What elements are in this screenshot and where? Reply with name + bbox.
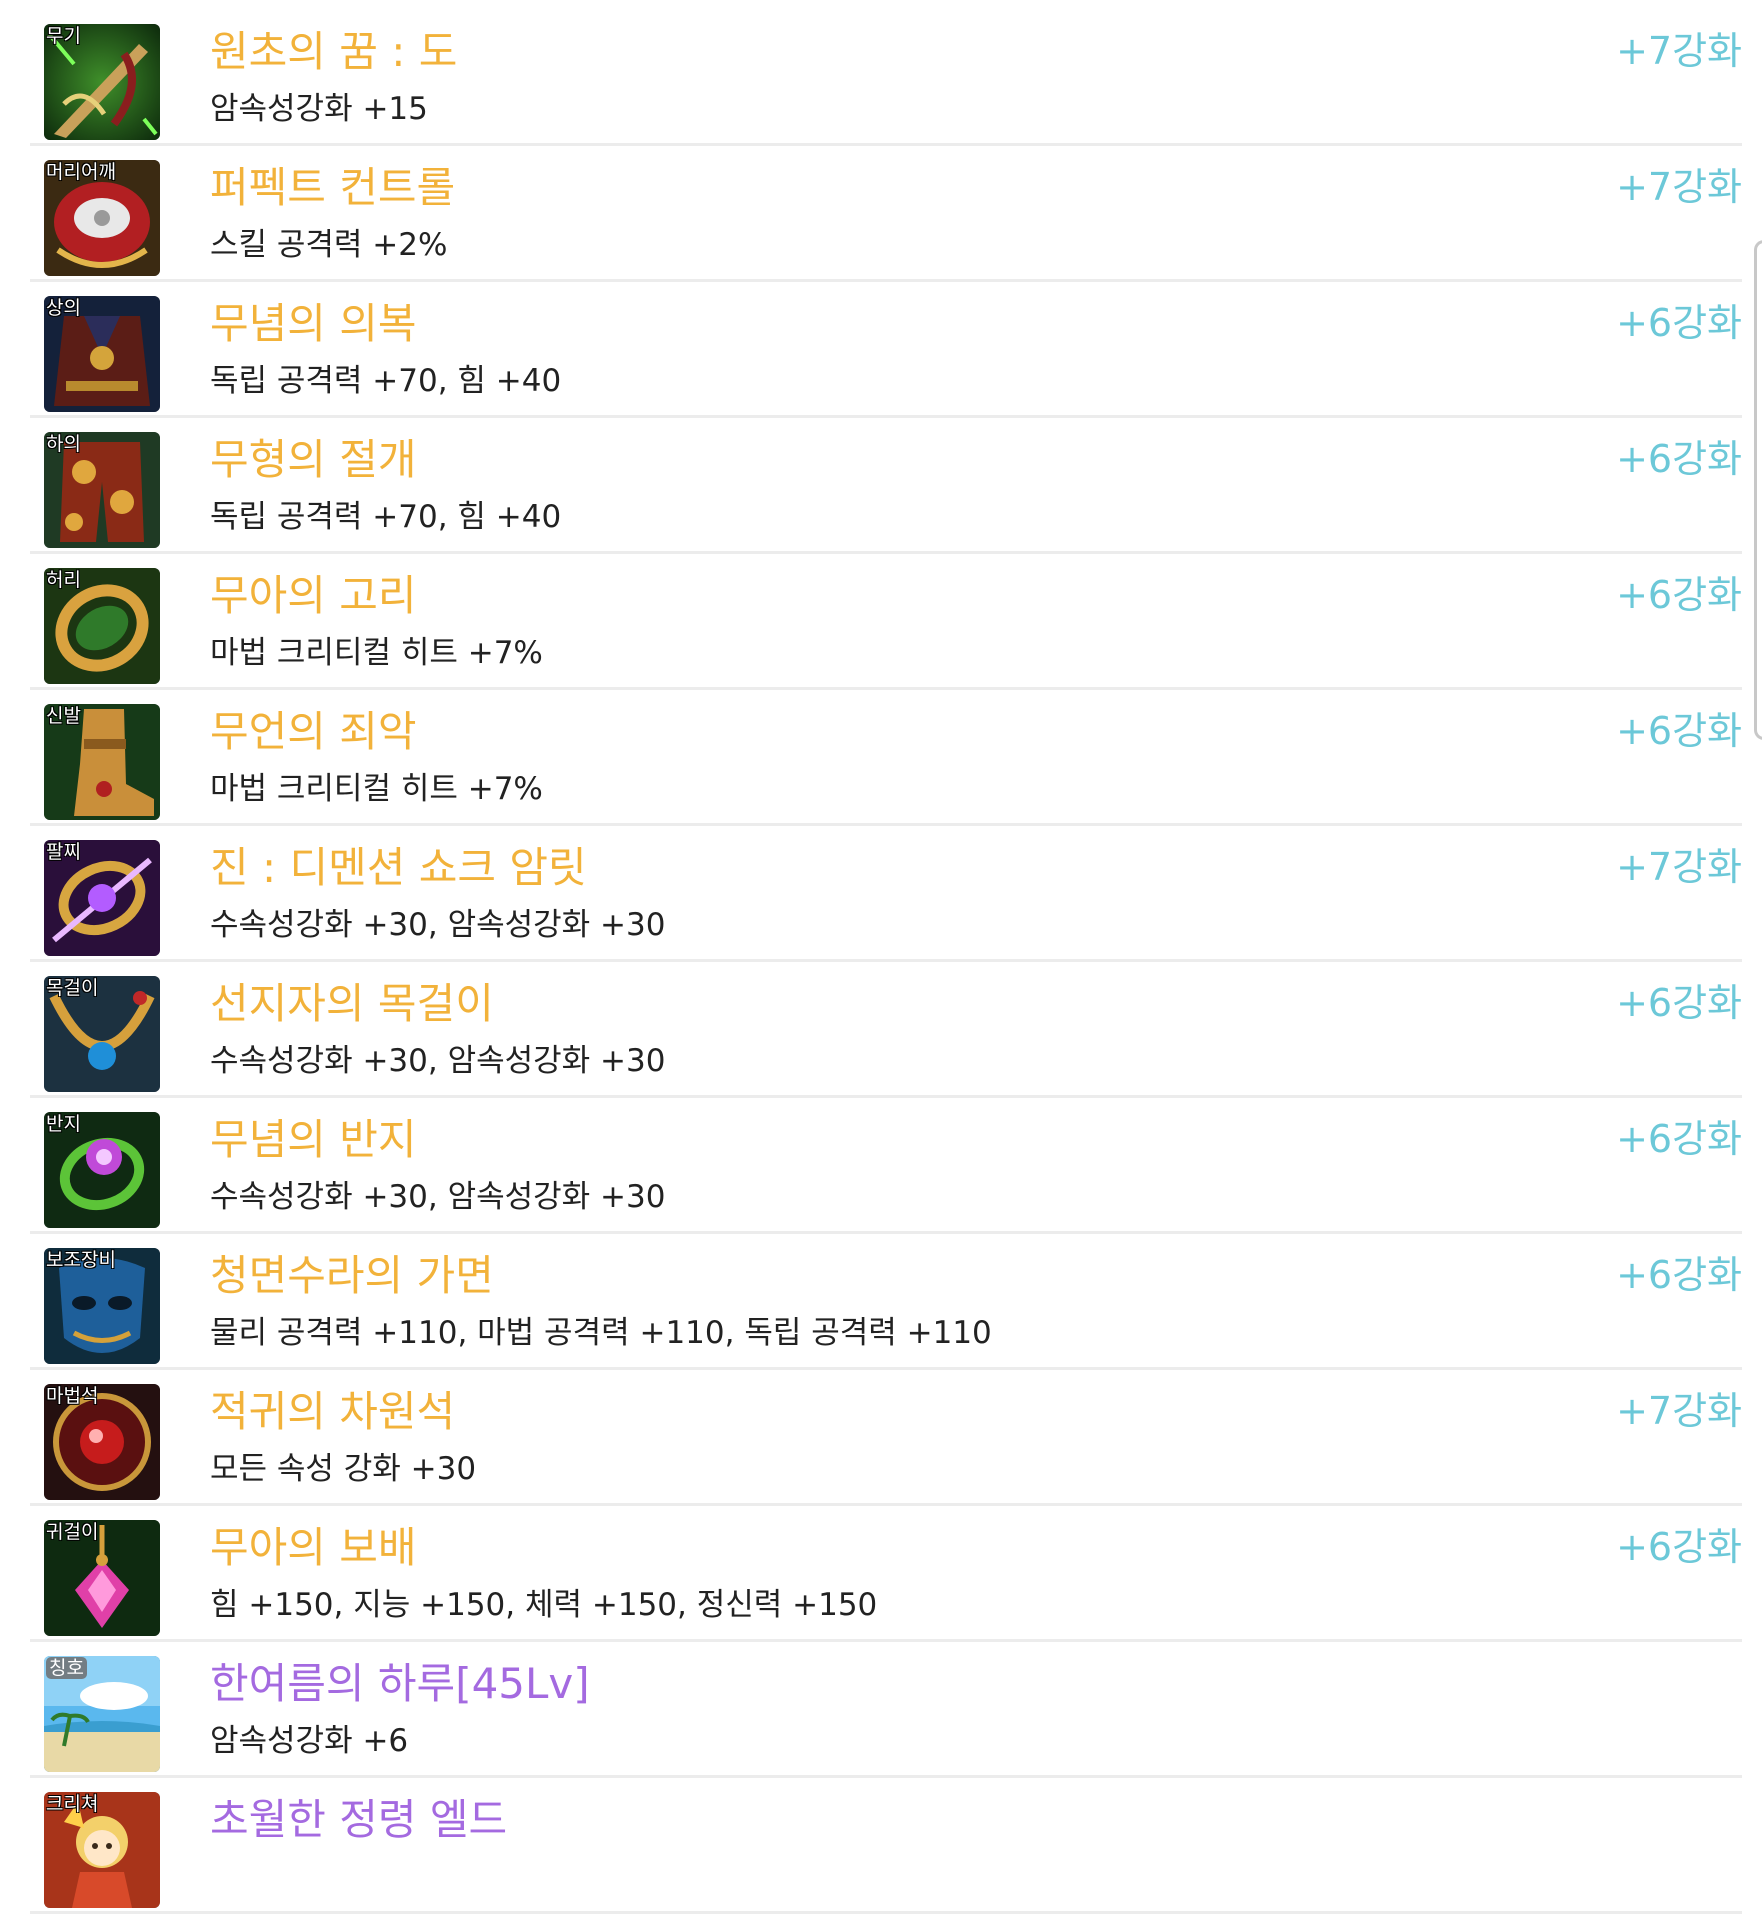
slot-label: 보조장비 [46, 1249, 116, 1271]
equipment-row-magic-stone[interactable]: 마법석 적귀의 차원석 모든 속성 강화 +30 +7강화 [30, 1370, 1742, 1506]
item-name: 선지자의 목걸이 [210, 979, 494, 1028]
item-name: 무아의 보배 [210, 1523, 417, 1572]
enhance-level: +7강화 [1616, 165, 1742, 209]
shoulder-armor-icon: 머리어깨 [44, 160, 160, 276]
slot-label: 팔찌 [46, 841, 81, 863]
scrollbar[interactable] [1754, 240, 1762, 740]
item-name: 진 : 디멘션 쇼크 암릿 [210, 843, 587, 892]
item-name: 퍼펙트 컨트롤 [210, 163, 456, 212]
top-armor-icon: 상의 [44, 296, 160, 412]
equipment-row-creature[interactable]: 크리쳐 초월한 정령 엘드 [30, 1778, 1742, 1914]
item-name: 원초의 꿈 : 도 [210, 27, 458, 76]
item-stat: 마법 크리티컬 히트 +7% [210, 635, 543, 671]
item-stat: 수속성강화 +30, 암속성강화 +30 [210, 1179, 666, 1215]
sword-icon: 무기 [44, 24, 160, 140]
earring-icon: 귀걸이 [44, 1520, 160, 1636]
magic-stone-icon: 마법석 [44, 1384, 160, 1500]
item-name: 무언의 죄악 [210, 707, 417, 756]
enhance-level: +6강화 [1616, 981, 1742, 1025]
item-stat: 물리 공격력 +110, 마법 공격력 +110, 독립 공격력 +110 [210, 1315, 992, 1351]
enhance-level: +7강화 [1616, 1389, 1742, 1433]
enhance-level: +6강화 [1616, 437, 1742, 481]
slot-label: 머리어깨 [46, 161, 116, 183]
item-name: 무형의 절개 [210, 435, 417, 484]
equipment-row-sub[interactable]: 보조장비 청면수라의 가면 물리 공격력 +110, 마법 공격력 +110, … [30, 1234, 1742, 1370]
enhance-level: +7강화 [1616, 29, 1742, 73]
enhance-level: +6강화 [1616, 1117, 1742, 1161]
slot-label: 신발 [46, 705, 81, 727]
item-name: 초월한 정령 엘드 [210, 1795, 508, 1844]
mask-icon: 보조장비 [44, 1248, 160, 1364]
slot-label: 귀걸이 [46, 1521, 99, 1543]
equipment-row-shoulder[interactable]: 머리어깨 퍼펙트 컨트롤 스킬 공격력 +2% +7강화 [30, 146, 1742, 282]
equipment-row-ring[interactable]: 반지 무념의 반지 수속성강화 +30, 암속성강화 +30 +6강화 [30, 1098, 1742, 1234]
pants-armor-icon: 하의 [44, 432, 160, 548]
enhance-level: +6강화 [1616, 1253, 1742, 1297]
slot-label: 상의 [46, 297, 81, 319]
slot-label: 반지 [46, 1113, 81, 1135]
item-name: 무념의 반지 [210, 1115, 417, 1164]
item-stat: 암속성강화 +15 [210, 91, 428, 127]
item-stat: 수속성강화 +30, 암속성강화 +30 [210, 1043, 666, 1079]
item-name: 적귀의 차원석 [210, 1387, 456, 1436]
slot-label: 칭호 [46, 1657, 87, 1679]
item-stat: 모든 속성 강화 +30 [210, 1451, 477, 1487]
equipment-row-necklace[interactable]: 목걸이 선지자의 목걸이 수속성강화 +30, 암속성강화 +30 +6강화 [30, 962, 1742, 1098]
creature-icon: 크리쳐 [44, 1792, 160, 1908]
item-name: 무념의 의복 [210, 299, 417, 348]
equipment-row-earring[interactable]: 귀걸이 무아의 보배 힘 +150, 지능 +150, 체력 +150, 정신력… [30, 1506, 1742, 1642]
title-icon: 칭호 [44, 1656, 160, 1772]
item-stat: 마법 크리티컬 히트 +7% [210, 771, 543, 807]
slot-label: 크리쳐 [46, 1793, 99, 1815]
equipment-list: 무기 원초의 꿈 : 도 암속성강화 +15 +7강화 머리어깨 퍼펙트 컨트롤… [30, 10, 1742, 1914]
equipment-row-bracelet[interactable]: 팔찌 진 : 디멘션 쇼크 암릿 수속성강화 +30, 암속성강화 +30 +7… [30, 826, 1742, 962]
boots-icon: 신발 [44, 704, 160, 820]
item-name: 한여름의 하루[45Lv] [210, 1659, 590, 1708]
equipment-row-weapon[interactable]: 무기 원초의 꿈 : 도 암속성강화 +15 +7강화 [30, 10, 1742, 146]
slot-label: 허리 [46, 569, 81, 591]
item-stat: 스킬 공격력 +2% [210, 227, 448, 263]
necklace-icon: 목걸이 [44, 976, 160, 1092]
enhance-level: +7강화 [1616, 845, 1742, 889]
equipment-row-title[interactable]: 칭호 한여름의 하루[45Lv] 암속성강화 +6 [30, 1642, 1742, 1778]
equipment-row-top[interactable]: 상의 무념의 의복 독립 공격력 +70, 힘 +40 +6강화 [30, 282, 1742, 418]
slot-label: 마법석 [46, 1385, 99, 1407]
enhance-level: +6강화 [1616, 301, 1742, 345]
ring-icon: 반지 [44, 1112, 160, 1228]
item-stat: 수속성강화 +30, 암속성강화 +30 [210, 907, 666, 943]
belt-icon: 허리 [44, 568, 160, 684]
equipment-row-pants[interactable]: 하의 무형의 절개 독립 공격력 +70, 힘 +40 +6강화 [30, 418, 1742, 554]
slot-label: 무기 [46, 25, 81, 47]
item-stat: 독립 공격력 +70, 힘 +40 [210, 363, 562, 399]
equipment-row-boots[interactable]: 신발 무언의 죄악 마법 크리티컬 히트 +7% +6강화 [30, 690, 1742, 826]
enhance-level: +6강화 [1616, 709, 1742, 753]
enhance-level: +6강화 [1616, 1525, 1742, 1569]
bracelet-icon: 팔찌 [44, 840, 160, 956]
equipment-row-belt[interactable]: 허리 무아의 고리 마법 크리티컬 히트 +7% +6강화 [30, 554, 1742, 690]
item-stat: 힘 +150, 지능 +150, 체력 +150, 정신력 +150 [210, 1587, 878, 1623]
slot-label: 하의 [46, 433, 81, 455]
enhance-level: +6강화 [1616, 573, 1742, 617]
slot-label: 목걸이 [46, 977, 99, 999]
item-name: 무아의 고리 [210, 571, 417, 620]
item-stat: 암속성강화 +6 [210, 1723, 409, 1759]
item-name: 청면수라의 가면 [210, 1251, 494, 1300]
item-stat: 독립 공격력 +70, 힘 +40 [210, 499, 562, 535]
